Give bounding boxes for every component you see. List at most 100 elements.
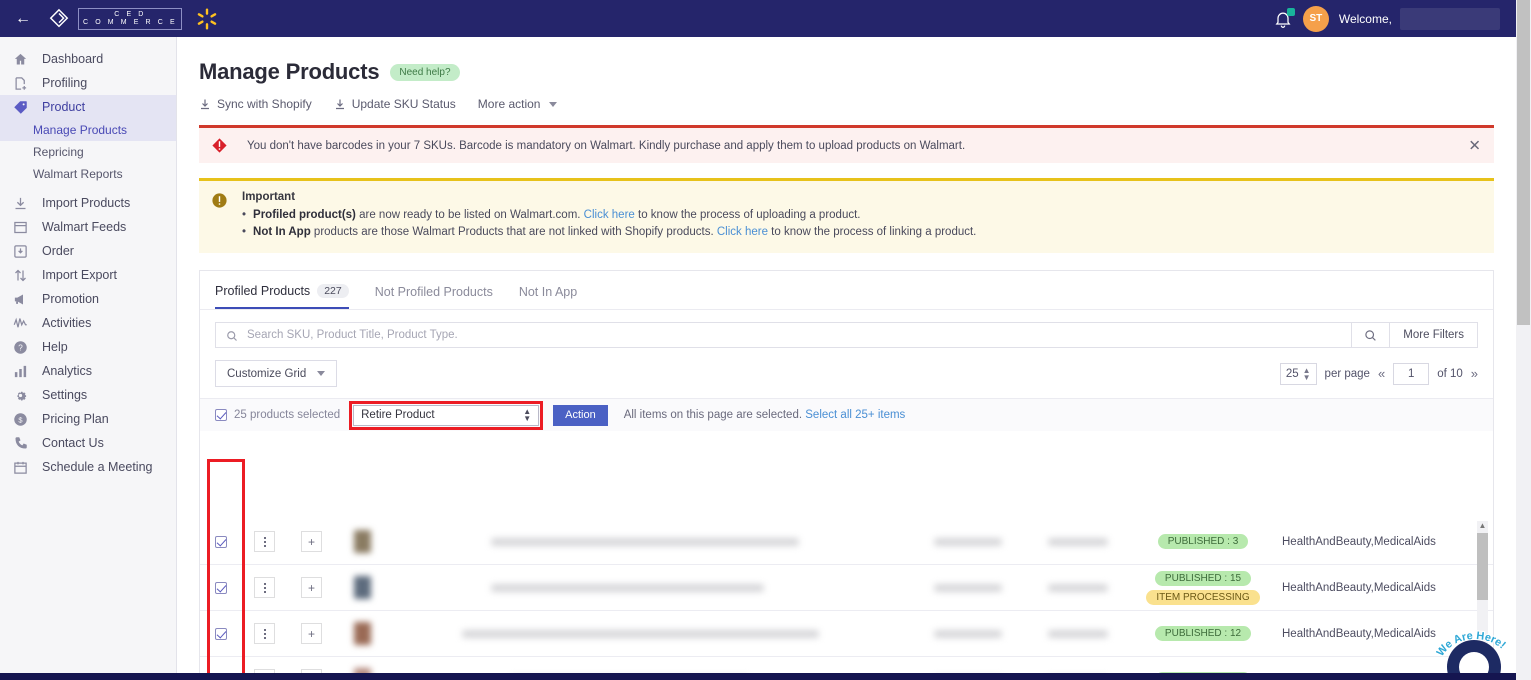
row-expand-cell[interactable]: + xyxy=(288,531,335,552)
sidebar-item-analytics[interactable]: Analytics xyxy=(0,359,176,383)
update-sku-status-button[interactable]: Update SKU Status xyxy=(334,97,456,111)
click-here-link[interactable]: Click here xyxy=(717,226,768,238)
sidebar-item-pricing-plan[interactable]: $ Pricing Plan xyxy=(0,407,176,431)
row-checkbox-cell[interactable] xyxy=(200,535,241,548)
ced-wordmark: C E D C O M M E R C E xyxy=(78,7,183,30)
sync-with-shopify-button[interactable]: Sync with Shopify xyxy=(199,97,312,111)
sidebar-item-import-export[interactable]: Import Export xyxy=(0,263,176,287)
ced-commerce-logo: C E D C O M M E R C E xyxy=(48,7,183,30)
tab-not-in-app[interactable]: Not In App xyxy=(519,285,577,308)
row-checkbox[interactable] xyxy=(214,627,227,640)
next-page-button[interactable]: » xyxy=(1471,366,1478,381)
more-action-dropdown[interactable]: More action xyxy=(478,97,558,111)
action-button[interactable]: Action xyxy=(553,404,608,426)
prev-page-button[interactable]: « xyxy=(1378,366,1385,381)
selection-note: All items on this page are selected. Sel… xyxy=(624,409,906,421)
page-scrollbar-thumb[interactable] xyxy=(1517,0,1530,325)
sidebar-item-dashboard[interactable]: Dashboard xyxy=(0,47,176,71)
tag-icon xyxy=(12,99,29,116)
brand-line-2: C O M M E R C E xyxy=(83,18,178,26)
more-filters-button[interactable]: More Filters xyxy=(1390,322,1478,348)
table-row[interactable]: + PUBLISHED : 12 HealthAndBeauty,Medical… xyxy=(200,611,1493,657)
select-all-items-link[interactable]: Select all 25+ items xyxy=(805,409,905,421)
notification-bell-icon[interactable] xyxy=(1273,7,1295,29)
stepper-arrows-icon: ▲ ▼ xyxy=(1302,365,1311,382)
row-price-cell xyxy=(910,537,1025,546)
notification-badge-dot xyxy=(1286,7,1295,16)
sidebar-item-promotion[interactable]: Promotion xyxy=(0,287,176,311)
click-here-link[interactable]: Click here xyxy=(584,209,635,221)
quantity-redacted xyxy=(1047,537,1108,546)
download-icon xyxy=(12,195,29,212)
sidebar-subitem-label: Walmart Reports xyxy=(33,167,123,181)
row-kebab-menu-icon[interactable] xyxy=(254,577,275,598)
bulk-selection-bar: 25 products selected Retire Product ▲ ▼ A… xyxy=(200,398,1493,431)
select-all-checkbox[interactable] xyxy=(215,409,227,421)
row-title-cell xyxy=(390,629,910,638)
sidebar-item-product[interactable]: Product xyxy=(0,95,176,119)
sidebar-item-import-products[interactable]: Import Products xyxy=(0,191,176,215)
row-thumbnail-cell xyxy=(335,576,390,599)
row-checkbox[interactable] xyxy=(214,581,227,594)
product-title-redacted xyxy=(491,537,799,546)
up-down-arrows-icon xyxy=(12,267,29,284)
sidebar-item-profiling[interactable]: Profiling xyxy=(0,71,176,95)
error-diamond-icon xyxy=(211,137,228,154)
row-menu-cell[interactable] xyxy=(241,623,288,644)
row-expand-plus-icon[interactable]: + xyxy=(301,577,322,598)
row-expand-plus-icon[interactable]: + xyxy=(301,531,322,552)
sidebar-item-contact-us[interactable]: Contact Us xyxy=(0,431,176,455)
need-help-badge[interactable]: Need help? xyxy=(390,63,460,81)
per-page-stepper[interactable]: 25 ▲ ▼ xyxy=(1279,362,1317,385)
select-all-checkbox-group[interactable]: 25 products selected xyxy=(215,409,340,421)
search-submit-button[interactable] xyxy=(1352,322,1391,348)
sidebar-subitem-manage-products[interactable]: Manage Products xyxy=(0,119,176,141)
close-icon[interactable]: ✕ xyxy=(1468,138,1481,153)
row-checkbox-cell[interactable] xyxy=(200,581,241,594)
product-thumbnail xyxy=(354,576,371,599)
sidebar-item-schedule-a-meeting[interactable]: Schedule a Meeting xyxy=(0,455,176,479)
avatar[interactable]: ST xyxy=(1302,5,1329,32)
app-window: ← C E D C O M M E R C E ST Welcome, Dash… xyxy=(0,0,1531,680)
page-number-input[interactable]: 1 xyxy=(1393,362,1430,385)
status-badge: PUBLISHED : 15 xyxy=(1154,570,1252,586)
tab-profiled-products[interactable]: Profiled Products 227 xyxy=(215,284,349,309)
customize-grid-button[interactable]: Customize Grid xyxy=(215,360,338,387)
row-kebab-menu-icon[interactable] xyxy=(254,623,275,644)
sidebar-item-order[interactable]: Order xyxy=(0,239,176,263)
row-kebab-menu-icon[interactable] xyxy=(254,531,275,552)
total-pages-label: of 10 xyxy=(1437,367,1463,380)
row-menu-cell[interactable] xyxy=(241,531,288,552)
sidebar-item-settings[interactable]: Settings xyxy=(0,383,176,407)
activity-pulse-icon xyxy=(12,315,29,332)
row-checkbox-cell[interactable] xyxy=(200,627,241,640)
page-scrollbar-track[interactable] xyxy=(1516,0,1531,680)
sidebar-item-activities[interactable]: Activities xyxy=(0,311,176,335)
table-row[interactable]: + PUBLISHED : 15 ITEM PROCESSING HealthA… xyxy=(200,565,1493,611)
search-input[interactable] xyxy=(247,329,1342,341)
row-expand-cell[interactable]: + xyxy=(288,623,335,644)
sidebar-subitem-walmart-reports[interactable]: Walmart Reports xyxy=(0,163,176,185)
row-expand-cell[interactable]: + xyxy=(288,577,335,598)
row-menu-cell[interactable] xyxy=(241,577,288,598)
bulk-action-select[interactable]: Retire Product ▲ ▼ xyxy=(353,404,540,426)
download-icon xyxy=(199,98,211,110)
tab-not-profiled-products[interactable]: Not Profiled Products xyxy=(375,285,493,308)
table-row[interactable]: + PUBLISHED : 3 HealthAndBeauty,MedicalA… xyxy=(200,519,1493,565)
row-expand-plus-icon[interactable]: + xyxy=(301,623,322,644)
sidebar-item-label: Import Products xyxy=(42,196,131,210)
bulk-action-highlight-box: Retire Product ▲ ▼ xyxy=(349,400,544,430)
search-input-wrapper[interactable] xyxy=(215,322,1353,348)
table-scroll-up-icon[interactable]: ▲ xyxy=(1478,521,1487,530)
main-content: Manage Products Need help? Sync with Sho… xyxy=(177,37,1516,680)
row-checkbox[interactable] xyxy=(214,535,227,548)
table-scrollbar-thumb[interactable] xyxy=(1477,533,1488,600)
bullet-text: Profiled product(s) are now ready to be … xyxy=(253,207,860,224)
per-page-label: per page xyxy=(1324,367,1370,380)
back-arrow-icon[interactable]: ← xyxy=(12,8,34,30)
chat-widget[interactable]: We Are Here! xyxy=(1436,626,1509,680)
sidebar-subitem-repricing[interactable]: Repricing xyxy=(0,141,176,163)
sidebar-item-label: Profiling xyxy=(42,76,88,90)
sidebar-item-walmart-feeds[interactable]: Walmart Feeds xyxy=(0,215,176,239)
sidebar-item-help[interactable]: ? Help xyxy=(0,335,176,359)
